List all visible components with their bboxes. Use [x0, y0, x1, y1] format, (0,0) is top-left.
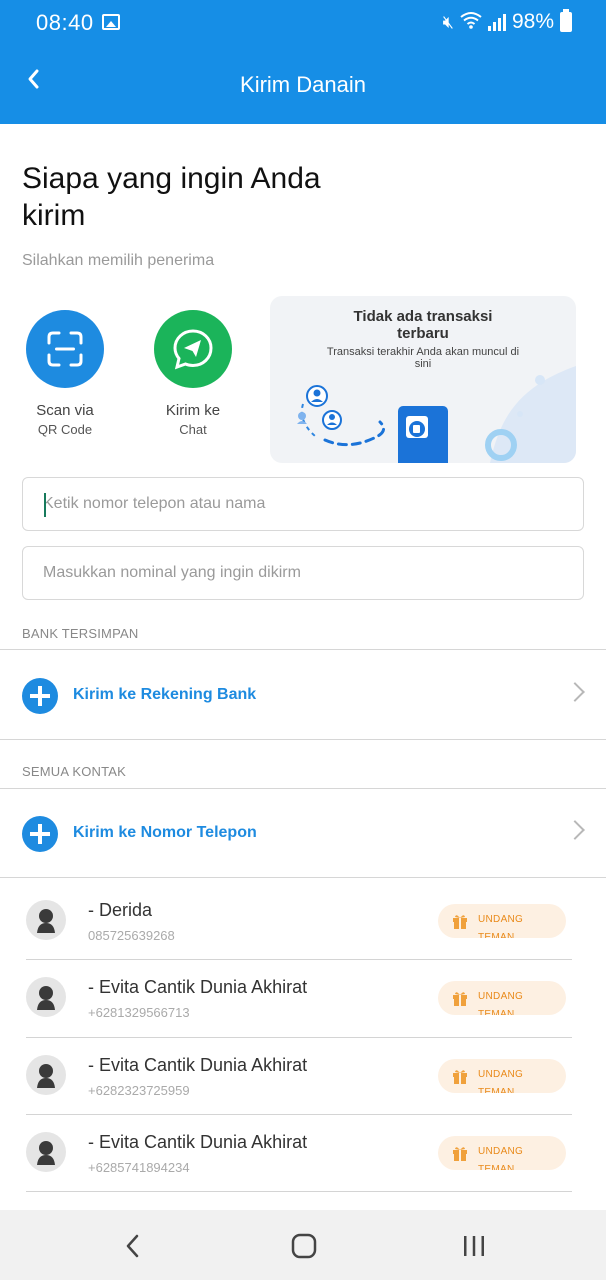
nav-recents-button[interactable]	[456, 1228, 492, 1264]
status-right: 🔇︎ 98%	[442, 9, 572, 34]
plus-circle-icon	[22, 678, 58, 714]
gift-icon	[453, 915, 467, 929]
send-to-phone-row[interactable]: Kirim ke Nomor Telepon	[0, 790, 606, 876]
subheading: Silahkan memilih penerima	[22, 252, 215, 269]
nav-back-icon	[126, 1234, 139, 1258]
wifi-icon	[460, 11, 482, 34]
contact-phone: +6281329566713	[88, 1005, 190, 1020]
contact-row[interactable]: - Evita Cantik Dunia Akhirat +6285741894…	[0, 1110, 606, 1187]
send-to-bank-label: Kirim ke Rekening Bank	[73, 686, 257, 703]
amount-field[interactable]	[22, 546, 584, 600]
scan-sublabel: QR Code	[37, 422, 93, 437]
text-cursor	[44, 493, 46, 517]
amount-input[interactable]	[23, 547, 583, 599]
invite-label: UNDANG TEMAN	[478, 914, 524, 938]
scan-qr-button[interactable]: Scan via QR Code	[10, 310, 120, 437]
invite-friend-button[interactable]: UNDANG TEMAN	[438, 1136, 566, 1170]
person-icon	[37, 1141, 55, 1165]
system-nav-bar	[0, 1210, 606, 1280]
send-to-phone-label: Kirim ke Nomor Telepon	[73, 824, 257, 841]
heading: Siapa yang ingin Anda kirim	[22, 162, 321, 232]
send-money-screen: 08:40 🔇︎ 98% Kirim Danain Siapa yang ing…	[0, 0, 606, 1280]
contact-phone: 085725639268	[88, 928, 175, 943]
scan-label: Scan via	[36, 402, 94, 419]
divider	[0, 788, 606, 789]
invite-friend-button[interactable]: UNDANG TEMAN	[438, 981, 566, 1015]
avatar	[26, 1055, 66, 1095]
chevron-right-icon	[565, 820, 585, 840]
invite-label: UNDANG TEMAN	[478, 1146, 524, 1170]
chat-sublabel: Chat	[179, 422, 207, 437]
qr-scan-icon	[26, 310, 104, 388]
saved-bank-label: BANK TERSIMPAN	[22, 626, 139, 641]
recipient-field[interactable]	[22, 477, 584, 531]
invite-label: UNDANG TEMAN	[478, 1069, 524, 1093]
nav-back-button[interactable]	[116, 1228, 152, 1264]
avatar	[26, 977, 66, 1017]
app-bar: Kirim Danain	[0, 46, 606, 124]
send-to-chat-button[interactable]: Kirim ke Chat	[138, 310, 248, 437]
contact-row[interactable]: - Evita Cantik Dunia Akhirat +6281329566…	[0, 955, 606, 1032]
contact-name: - Evita Cantik Dunia Akhirat	[88, 977, 308, 997]
chevron-right-icon	[565, 682, 585, 702]
gift-icon	[453, 992, 467, 1006]
recent-empty-title: Tidak ada transaksi terbaru	[353, 308, 493, 342]
gift-icon	[453, 1147, 467, 1161]
avatar	[26, 1132, 66, 1172]
contact-phone: +6285741894234	[88, 1160, 190, 1175]
contact-row[interactable]: - Derida 085725639268 UNDANG TEMAN	[0, 878, 606, 955]
person-icon	[37, 909, 55, 933]
contact-phone: +6282323725959	[88, 1083, 190, 1098]
divider	[0, 649, 606, 650]
contact-row[interactable]: - Evita Cantik Dunia Akhirat +6282323725…	[0, 1033, 606, 1110]
plus-circle-icon	[22, 816, 58, 852]
signal-icon	[487, 13, 506, 31]
contact-name: - Derida	[88, 900, 153, 920]
divider	[0, 739, 606, 740]
battery-percent: 98%	[511, 10, 554, 33]
nav-home-icon	[291, 1233, 317, 1259]
mute-icon: 🔇︎	[442, 11, 454, 32]
chat-label: Kirim ke	[165, 402, 221, 419]
nav-home-button[interactable]	[286, 1228, 322, 1264]
divider	[26, 1191, 572, 1192]
chat-send-icon	[154, 310, 232, 388]
invite-label: UNDANG TEMAN	[478, 991, 524, 1015]
contact-name: - Evita Cantik Dunia Akhirat	[88, 1132, 308, 1152]
send-to-bank-row[interactable]: Kirim ke Rekening Bank	[0, 652, 606, 738]
page-title: Kirim Danain	[240, 72, 366, 97]
gift-icon	[453, 1070, 467, 1084]
recipient-input[interactable]	[23, 478, 583, 530]
status-time: 08:40	[36, 10, 94, 35]
avatar	[26, 900, 66, 940]
nav-recents-icon	[464, 1236, 484, 1256]
recent-transactions-card: Tidak ada transaksi terbaru Transaksi te…	[270, 296, 576, 463]
contact-name: - Evita Cantik Dunia Akhirat	[88, 1055, 308, 1075]
top-bar: 08:40 🔇︎ 98% Kirim Danain	[0, 0, 606, 124]
invite-friend-button[interactable]: UNDANG TEMAN	[438, 904, 566, 938]
person-icon	[37, 986, 55, 1010]
status-bar: 08:40 🔇︎ 98%	[0, 0, 606, 46]
invite-friend-button[interactable]: UNDANG TEMAN	[438, 1059, 566, 1093]
recent-empty-subtitle: Transaksi terakhir Anda akan muncul di s…	[326, 346, 520, 370]
battery-icon	[560, 9, 572, 32]
person-icon	[37, 1064, 55, 1088]
gallery-notification-icon	[102, 14, 120, 30]
all-contacts-label: SEMUA KONTAK	[22, 764, 127, 779]
